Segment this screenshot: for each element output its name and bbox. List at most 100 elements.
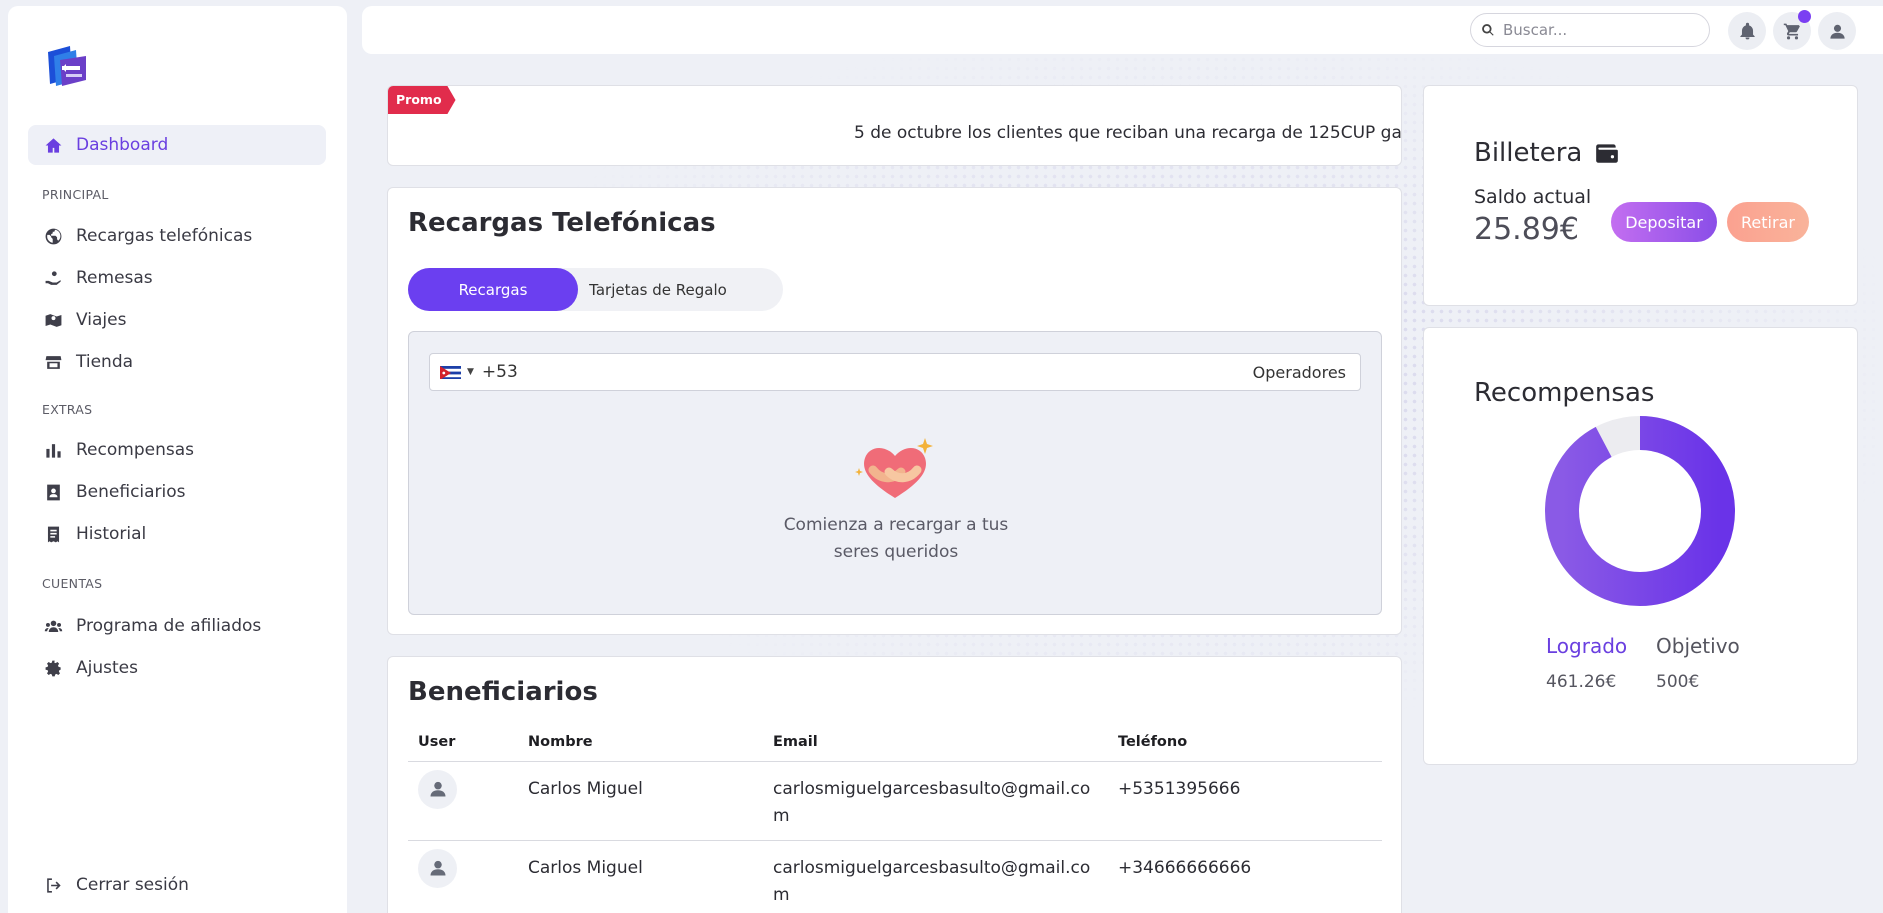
sidebar-item-ajustes[interactable]: Ajustes bbox=[28, 648, 326, 688]
search-icon bbox=[1482, 24, 1494, 36]
wallet-title: Billetera bbox=[1474, 138, 1620, 168]
promo-text: 5 de octubre los clientes que reciban un… bbox=[854, 123, 1402, 143]
cell-telefono: +5351395666 bbox=[1108, 761, 1382, 841]
rewards-donut-chart bbox=[1545, 416, 1735, 606]
balance-label: Saldo actual bbox=[1474, 186, 1592, 208]
cell-nombre: Carlos Miguel bbox=[518, 840, 763, 913]
logout-label: Cerrar sesión bbox=[76, 875, 189, 895]
topbar bbox=[362, 6, 1883, 54]
cell-email-line-1: carlosmiguelgarcesbasulto@gmail.co bbox=[773, 778, 1091, 799]
notifications-button[interactable] bbox=[1728, 12, 1766, 50]
table-row[interactable]: Carlos Miguel carlosmiguelgarcesbasulto@… bbox=[408, 840, 1382, 913]
recargas-title: Recargas Telefónicas bbox=[408, 208, 716, 238]
logout-icon bbox=[42, 874, 64, 896]
sidebar-item-label: Ajustes bbox=[76, 658, 138, 678]
column-header-email: Email bbox=[763, 723, 1108, 762]
sidebar-item-label: Programa de afiliados bbox=[76, 616, 262, 636]
rewards-title: Recompensas bbox=[1474, 378, 1655, 408]
promo-tag: Promo bbox=[388, 86, 456, 114]
rewards-card: Recompensas Logrado Objetivo 461.26€ 500… bbox=[1423, 327, 1858, 765]
heart-hug-icon bbox=[855, 436, 935, 506]
cuba-flag-icon[interactable] bbox=[440, 365, 461, 379]
section-label-cuentas: CUENTAS bbox=[42, 576, 103, 591]
tab-recargas[interactable]: Recargas bbox=[408, 268, 578, 311]
recarga-panel: ▼ Operadores Comienza a recargar a tus s… bbox=[408, 331, 1382, 615]
sidebar-item-beneficiarios[interactable]: Beneficiarios bbox=[28, 472, 326, 512]
sidebar-item-label: Recompensas bbox=[76, 440, 194, 460]
cell-telefono: +34666666666 bbox=[1108, 840, 1382, 913]
sidebar-item-label: Tienda bbox=[76, 352, 134, 372]
goal-value: 500€ bbox=[1656, 672, 1700, 692]
wallet-title-text: Billetera bbox=[1474, 138, 1583, 168]
cart-button[interactable] bbox=[1773, 10, 1811, 50]
beneficiarios-card: Beneficiarios User Nombre Email Teléfono… bbox=[387, 656, 1402, 913]
promo-banner: Promo 5 de octubre los clientes que reci… bbox=[387, 85, 1402, 166]
cell-email: carlosmiguelgarcesbasulto@gmail.co m bbox=[763, 761, 1108, 841]
cart-badge bbox=[1798, 10, 1811, 23]
column-header-telefono: Teléfono bbox=[1108, 723, 1382, 762]
user-icon bbox=[430, 860, 445, 876]
beneficiarios-title: Beneficiarios bbox=[408, 677, 598, 707]
balance-value: 25.89€ bbox=[1474, 212, 1579, 247]
globe-icon bbox=[42, 225, 64, 247]
sidebar: Dashboard PRINCIPAL Recargas telefónicas… bbox=[8, 6, 347, 913]
sidebar-item-remesas[interactable]: Remesas bbox=[28, 258, 326, 298]
goal-label: Objetivo bbox=[1656, 634, 1740, 658]
achieved-value: 461.26€ bbox=[1546, 672, 1617, 692]
cell-email-line-1: carlosmiguelgarcesbasulto@gmail.co bbox=[773, 857, 1091, 878]
receipt-icon bbox=[42, 523, 64, 545]
contact-card-icon bbox=[42, 481, 64, 503]
cell-email-line-2: m bbox=[773, 884, 790, 905]
sidebar-item-label: Recargas telefónicas bbox=[76, 226, 253, 246]
section-label-principal: PRINCIPAL bbox=[42, 187, 109, 202]
users-icon bbox=[42, 615, 64, 637]
wallet-icon bbox=[1596, 144, 1619, 163]
deposit-button[interactable]: Depositar bbox=[1611, 202, 1717, 242]
column-header-nombre: Nombre bbox=[518, 723, 763, 762]
sidebar-item-label: Dashboard bbox=[76, 135, 169, 155]
sidebar-item-recargas[interactable]: Recargas telefónicas bbox=[28, 216, 326, 256]
avatar bbox=[418, 848, 457, 888]
user-icon bbox=[1829, 24, 1845, 39]
logout-button[interactable]: Cerrar sesión bbox=[28, 865, 326, 905]
wallet-card: Billetera Saldo actual 25.89€ Depositar … bbox=[1423, 85, 1858, 306]
recargas-card: Recargas Telefónicas Recargas Tarjetas d… bbox=[387, 187, 1402, 635]
sidebar-item-viajes[interactable]: Viajes bbox=[28, 300, 326, 340]
table-row[interactable]: Carlos Miguel carlosmiguelgarcesbasulto@… bbox=[408, 761, 1382, 841]
cell-nombre: Carlos Miguel bbox=[518, 761, 763, 841]
avatar bbox=[418, 769, 457, 809]
empty-state-line-1: Comienza a recargar a tus bbox=[783, 515, 1009, 535]
sidebar-item-tienda[interactable]: Tienda bbox=[28, 342, 326, 382]
cell-email: carlosmiguelgarcesbasulto@gmail.co m bbox=[763, 840, 1108, 913]
gear-icon bbox=[42, 657, 64, 679]
app-logo[interactable] bbox=[42, 40, 92, 90]
phone-input[interactable] bbox=[481, 362, 1253, 382]
sidebar-item-recompensas[interactable]: Recompensas bbox=[28, 430, 326, 470]
withdraw-button[interactable]: Retirar bbox=[1727, 202, 1809, 242]
sidebar-item-afiliados[interactable]: Programa de afiliados bbox=[28, 606, 326, 646]
sidebar-item-label: Remesas bbox=[76, 268, 153, 288]
sidebar-item-label: Historial bbox=[76, 524, 147, 544]
empty-state-text: Comienza a recargar a tus seres queridos bbox=[746, 512, 1046, 566]
column-header-user: User bbox=[408, 723, 518, 762]
beneficiarios-table: User Nombre Email Teléfono Carlos Miguel… bbox=[408, 723, 1382, 913]
store-icon bbox=[42, 351, 64, 373]
phone-field[interactable]: ▼ Operadores bbox=[429, 353, 1361, 391]
sidebar-item-label: Beneficiarios bbox=[76, 482, 186, 502]
sidebar-item-historial[interactable]: Historial bbox=[28, 514, 326, 554]
operators-button[interactable]: Operadores bbox=[1253, 363, 1346, 382]
cart-icon bbox=[1783, 23, 1800, 39]
bell-icon bbox=[1739, 22, 1755, 39]
user-icon bbox=[430, 781, 445, 797]
bar-chart-icon bbox=[42, 439, 64, 461]
user-menu-button[interactable] bbox=[1818, 12, 1856, 50]
search-input[interactable] bbox=[1503, 21, 1693, 39]
sidebar-item-dashboard[interactable]: Dashboard bbox=[28, 125, 326, 165]
map-icon bbox=[42, 309, 64, 331]
recargas-tabs: Recargas Tarjetas de Regalo bbox=[408, 268, 783, 311]
search-box[interactable] bbox=[1470, 13, 1710, 47]
donut-achieved-arc bbox=[1545, 416, 1735, 606]
chevron-down-icon[interactable]: ▼ bbox=[467, 367, 474, 377]
sidebar-item-label: Viajes bbox=[76, 310, 127, 330]
tab-tarjetas-regalo[interactable]: Tarjetas de Regalo bbox=[578, 268, 738, 311]
